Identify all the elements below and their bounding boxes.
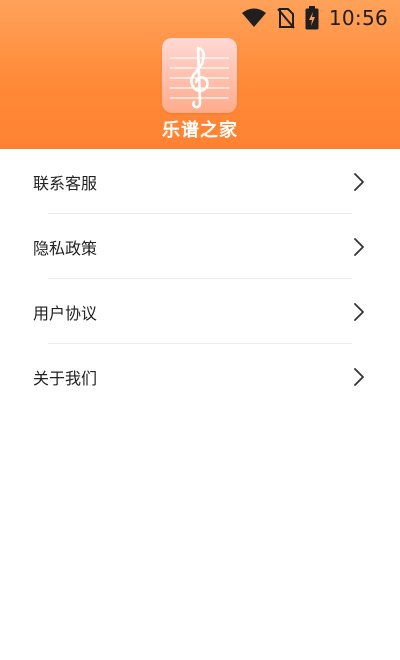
chevron-right-icon (352, 237, 366, 257)
settings-menu: 联系客服 隐私政策 用户协议 关于我们 (0, 149, 400, 409)
menu-item-contact-support[interactable]: 联系客服 (0, 149, 400, 214)
app-name: 乐谱之家 (162, 120, 238, 141)
menu-item-label: 用户协议 (33, 303, 98, 323)
menu-item-label: 联系客服 (33, 173, 98, 193)
header: 10:56 乐谱之家 (0, 0, 400, 149)
chevron-right-icon (352, 302, 366, 322)
status-bar: 10:56 (241, 0, 400, 36)
menu-item-label: 隐私政策 (33, 238, 98, 258)
menu-item-user-agreement[interactable]: 用户协议 (0, 279, 400, 344)
menu-item-label: 关于我们 (33, 368, 98, 388)
treble-clef-staff-icon (170, 46, 229, 109)
app-logo (162, 38, 237, 113)
battery-charging-icon (305, 6, 319, 30)
wifi-icon (241, 8, 267, 28)
chevron-right-icon (352, 367, 366, 387)
no-sim-icon (277, 7, 295, 29)
menu-item-about-us[interactable]: 关于我们 (0, 344, 400, 409)
menu-item-privacy-policy[interactable]: 隐私政策 (0, 214, 400, 279)
chevron-right-icon (352, 172, 366, 192)
status-time: 10:56 (328, 6, 388, 30)
